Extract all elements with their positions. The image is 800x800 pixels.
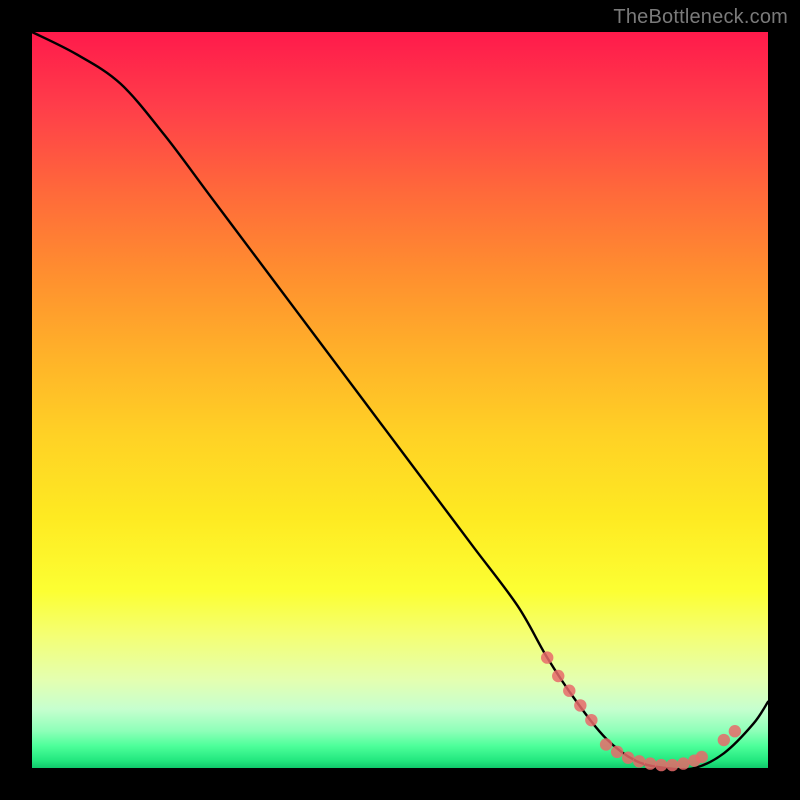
- marker-dot: [622, 752, 634, 764]
- marker-dot: [585, 714, 597, 726]
- marker-dot: [696, 751, 708, 763]
- marker-dot: [718, 734, 730, 746]
- scatter-markers: [541, 651, 741, 771]
- marker-dot: [574, 699, 586, 711]
- marker-dot: [655, 759, 667, 771]
- marker-dot: [729, 725, 741, 737]
- marker-dot: [644, 757, 656, 769]
- marker-dot: [611, 746, 623, 758]
- plot-area: [32, 32, 768, 768]
- marker-dot: [677, 757, 689, 769]
- curve-layer: [32, 32, 768, 768]
- chart-stage: TheBottleneck.com: [0, 0, 800, 800]
- marker-dot: [600, 738, 612, 750]
- marker-dot: [541, 651, 553, 663]
- watermark-text: TheBottleneck.com: [613, 6, 788, 29]
- marker-dot: [633, 755, 645, 767]
- marker-dot: [666, 759, 678, 771]
- marker-dot: [563, 685, 575, 697]
- marker-dot: [552, 670, 564, 682]
- bottleneck-curve: [32, 32, 768, 769]
